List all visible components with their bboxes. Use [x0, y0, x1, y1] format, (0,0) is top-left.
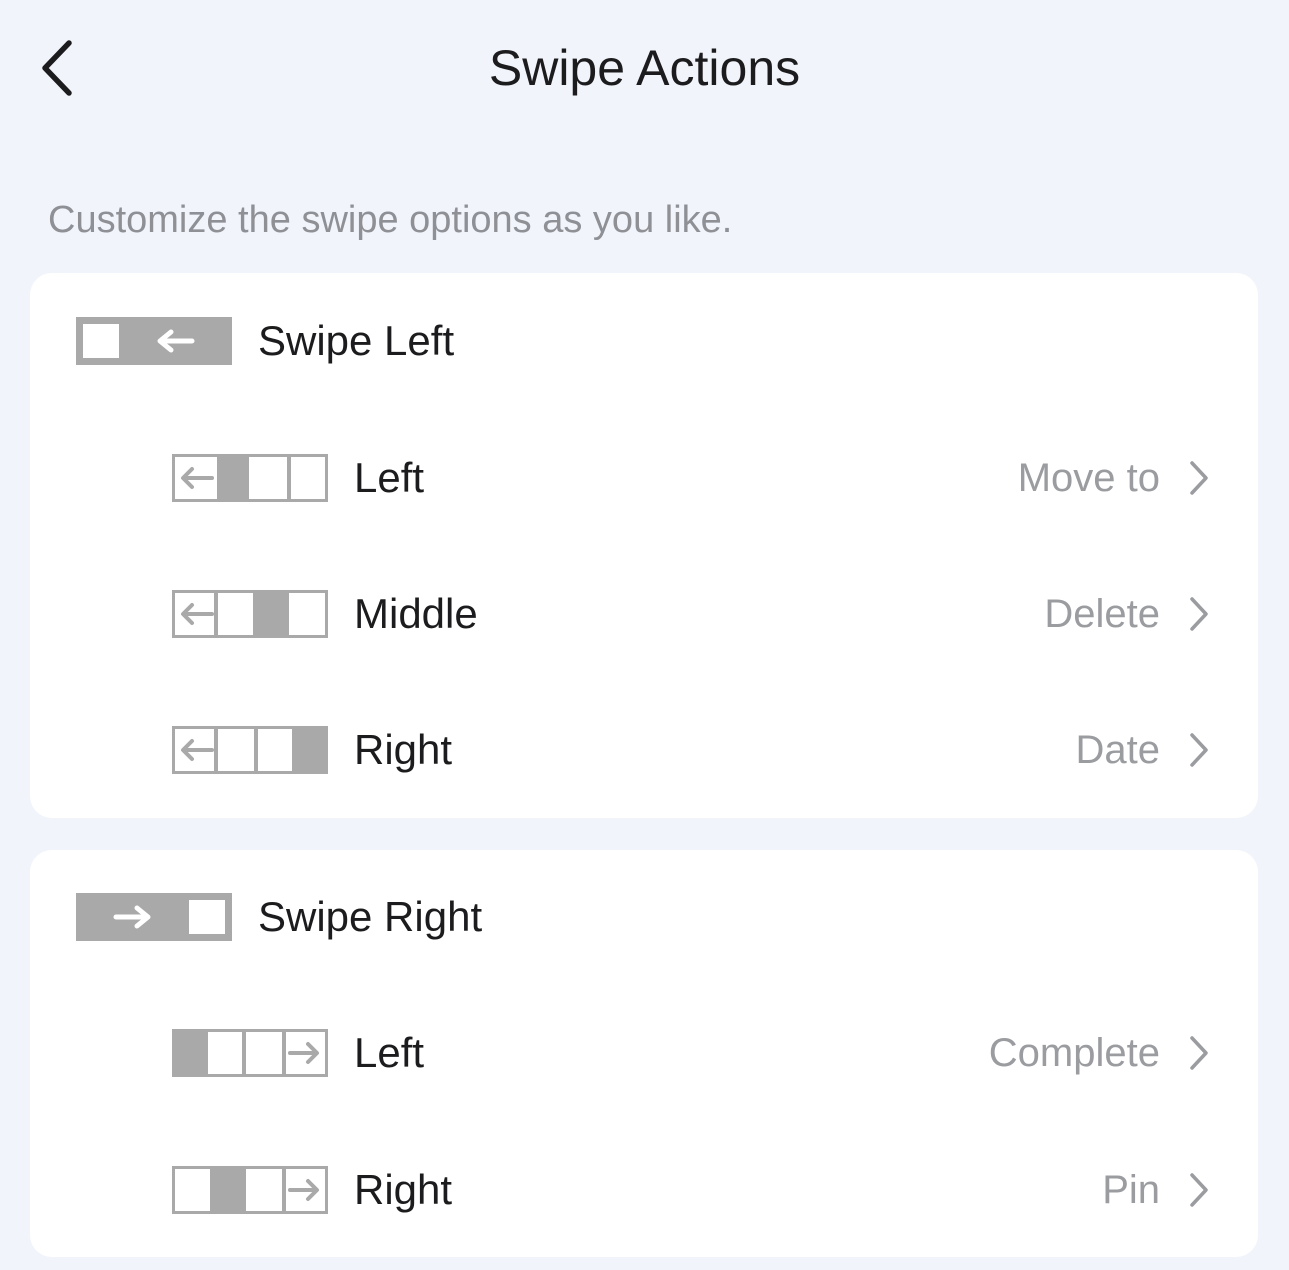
swipe-left-slot-middle-icon — [172, 590, 328, 638]
chevron-right-icon — [1186, 594, 1212, 634]
page-description: Customize the swipe options as you like. — [48, 199, 733, 241]
chevron-right-icon — [1186, 1033, 1212, 1073]
row-value: Date — [1075, 728, 1161, 772]
row-label: Right — [354, 726, 453, 773]
swipe-right-row-right[interactable]: Right Pin — [172, 1160, 1212, 1220]
chevron-right-icon — [1186, 458, 1212, 498]
swipe-left-slot-right-icon — [172, 726, 328, 774]
row-label: Left — [354, 1029, 425, 1076]
nav-bar: Swipe Actions — [0, 0, 1289, 140]
swipe-left-icon — [76, 317, 232, 365]
swipe-left-header: Swipe Left — [76, 317, 454, 365]
swipe-left-row-left[interactable]: Left Move to — [172, 448, 1212, 508]
row-value: Complete — [988, 1031, 1160, 1075]
swipe-right-slot-right-icon — [172, 1166, 328, 1214]
swipe-left-row-middle[interactable]: Middle Delete — [172, 584, 1212, 644]
row-label: Left — [354, 454, 425, 501]
chevron-right-icon — [1186, 1170, 1212, 1210]
row-label: Right — [354, 1166, 453, 1213]
swipe-right-slot-left-icon — [172, 1029, 328, 1077]
swipe-left-row-right[interactable]: Right Date — [172, 720, 1212, 780]
chevron-right-icon — [1186, 730, 1212, 770]
page-title: Swipe Actions — [488, 40, 801, 96]
swipe-right-row-left[interactable]: Left Complete — [172, 1023, 1212, 1083]
row-label: Middle — [354, 590, 478, 637]
swipe-left-card: Swipe Left Left Move to Middle Delete Ri… — [30, 273, 1258, 818]
swipe-right-icon — [76, 893, 232, 941]
row-value: Pin — [1102, 1168, 1160, 1212]
section-title: Swipe Right — [258, 893, 483, 940]
section-title: Swipe Left — [258, 317, 455, 364]
swipe-right-header: Swipe Right — [76, 893, 482, 941]
row-value: Delete — [1044, 592, 1160, 636]
swipe-right-card: Swipe Right Left Complete Right Pin — [30, 850, 1258, 1257]
swipe-left-slot-left-icon — [172, 454, 328, 502]
row-value: Move to — [1017, 456, 1160, 500]
